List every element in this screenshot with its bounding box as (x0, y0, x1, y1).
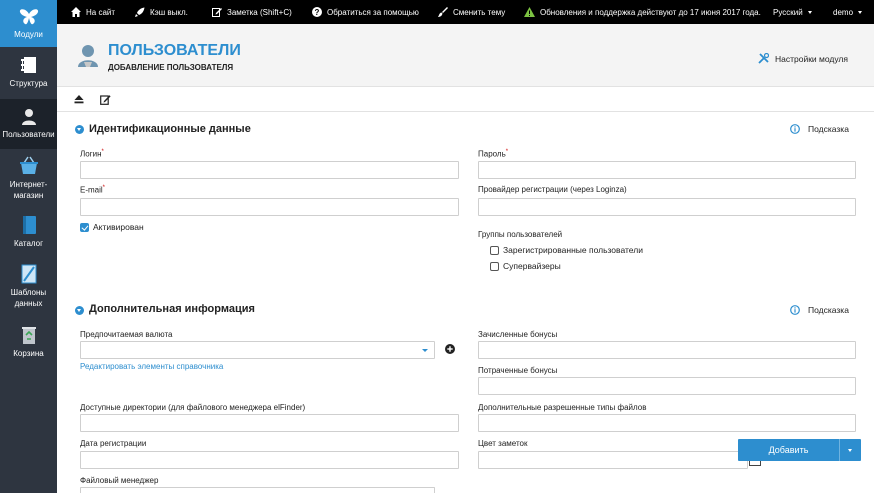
edit-icon[interactable] (100, 94, 111, 105)
form-content: Идентификационные данные Подсказка Логин… (57, 112, 874, 493)
sidebar-item-label: Пользователи (2, 130, 55, 139)
note-button[interactable]: Заметка (Shift+C) (212, 0, 292, 24)
language-select[interactable]: Русский (773, 0, 812, 24)
catalog-icon (22, 216, 36, 234)
top-bar: На сайт Кэш выкл. Заметка (Shift+C) ? Об… (57, 0, 874, 24)
currency-select[interactable] (80, 341, 435, 359)
update-warning[interactable]: Обновления и поддержка действуют до 17 и… (524, 0, 761, 24)
required-mark: * (505, 149, 509, 155)
directories-label: Доступные директории (для файлового мене… (80, 403, 306, 412)
rocket-icon (135, 7, 145, 17)
reg-date-field[interactable] (80, 451, 459, 469)
help-link[interactable]: Подсказка (790, 124, 849, 134)
sidebar: Модули Структура Пользователи Интернет-м… (0, 0, 57, 493)
group-registered-checkbox[interactable]: Зарегистрированные пользователи (490, 245, 643, 255)
chevron-down-icon (422, 349, 428, 352)
bonus-spent-field[interactable] (478, 377, 856, 395)
provider-label: Провайдер регистрации (через Loginza) (478, 185, 627, 194)
add-circle-icon[interactable] (445, 344, 455, 354)
bonus-spent-label: Потраченные бонусы (478, 366, 558, 375)
password-label: Пароль* (478, 149, 509, 159)
required-mark: * (102, 185, 106, 191)
template-icon (21, 264, 36, 284)
add-button-label[interactable]: Добавить (738, 439, 839, 461)
sidebar-item-label: Корзина (13, 349, 44, 358)
eject-icon[interactable] (74, 94, 84, 104)
brush-icon (438, 7, 448, 17)
file-types-label: Дополнительные разрешенные типы файлов (478, 403, 647, 412)
file-manager-select[interactable] (80, 487, 435, 493)
required-mark: * (101, 149, 104, 155)
login-field[interactable] (80, 161, 459, 179)
section-title: Идентификационные данные (89, 123, 251, 135)
info-icon (790, 124, 800, 134)
edit-dictionary-link[interactable]: Редактировать элементы справочника (80, 362, 223, 371)
sidebar-item-label: Модули (14, 30, 43, 39)
email-field[interactable] (80, 198, 459, 216)
help-link[interactable]: ? Обратиться за помощью (312, 0, 419, 24)
toolbar (57, 86, 874, 112)
sidebar-item-modules[interactable]: Модули (0, 0, 57, 47)
bonus-earned-label: Зачисленные бонусы (478, 330, 558, 339)
add-button[interactable]: Добавить (738, 439, 861, 461)
module-settings-link[interactable]: Настройки модуля (758, 53, 848, 64)
sidebar-item-users[interactable]: Пользователи (0, 99, 57, 149)
sidebar-item-label: Интернет-магазин (9, 180, 48, 200)
chevron-down-icon (807, 10, 812, 14)
activated-checkbox[interactable]: Активирован (80, 222, 144, 232)
note-color-label: Цвет заметок (478, 439, 528, 448)
collapse-toggle-icon[interactable] (75, 125, 84, 134)
site-link[interactable]: На сайт (71, 0, 115, 24)
currency-label: Предпочитаемая валюта (80, 330, 173, 339)
collapse-toggle-icon[interactable] (75, 306, 84, 315)
trash-icon (21, 327, 36, 344)
sidebar-item-structure[interactable]: Структура (0, 55, 57, 89)
user-icon (21, 109, 36, 125)
theme-button[interactable]: Сменить тему (438, 0, 505, 24)
cache-toggle[interactable]: Кэш выкл. (135, 0, 188, 24)
checkbox (490, 245, 499, 255)
checkbox-checked (80, 222, 89, 232)
group-supervisors-checkbox[interactable]: Супервайзеры (490, 261, 561, 271)
bonus-earned-field[interactable] (478, 341, 856, 359)
sidebar-item-templates[interactable]: Шаблоны данных (0, 264, 57, 309)
sidebar-item-catalog[interactable]: Каталог (0, 215, 57, 249)
add-options-dropdown[interactable] (839, 439, 861, 461)
warning-icon (524, 7, 535, 17)
user-icon (78, 45, 98, 67)
home-icon (71, 7, 81, 17)
reg-date-label: Дата регистрации (80, 439, 147, 448)
email-label: E-mail* (80, 185, 106, 195)
structure-icon (20, 57, 36, 73)
help-link[interactable]: Подсказка (790, 305, 849, 315)
sidebar-item-label: Шаблоны данных (10, 288, 47, 308)
section-title: Дополнительная информация (89, 303, 255, 315)
butterfly-icon (19, 9, 38, 25)
sidebar-item-label: Структура (9, 79, 48, 88)
edit-icon (212, 8, 222, 17)
page-subtitle: ДОБАВЛЕНИЕ ПОЛЬЗОВАТЕЛЯ (108, 63, 234, 72)
basket-icon (19, 156, 38, 174)
user-menu[interactable]: demo (833, 0, 863, 24)
directories-field[interactable] (80, 414, 459, 432)
page-title: ПОЛЬЗОВАТЕЛИ (108, 42, 241, 59)
svg-text:?: ? (315, 8, 320, 17)
provider-field[interactable] (478, 198, 856, 216)
checkbox (490, 261, 499, 271)
chevron-down-icon (858, 10, 863, 14)
sidebar-item-shop[interactable]: Интернет-магазин (0, 156, 57, 201)
page-header: ПОЛЬЗОВАТЕЛИ ДОБАВЛЕНИЕ ПОЛЬЗОВАТЕЛЯ Нас… (57, 24, 874, 86)
info-icon (790, 305, 800, 315)
login-label: Логин* (80, 149, 104, 159)
sidebar-item-trash[interactable]: Корзина (0, 325, 57, 359)
note-color-field[interactable] (478, 451, 748, 469)
password-field[interactable] (478, 161, 856, 179)
question-icon: ? (312, 7, 322, 17)
sidebar-item-label: Каталог (13, 239, 44, 248)
tools-icon (758, 53, 769, 64)
file-types-field[interactable] (478, 414, 856, 432)
file-manager-label: Файловый менеджер (80, 476, 159, 485)
groups-label: Группы пользователей (478, 230, 563, 239)
